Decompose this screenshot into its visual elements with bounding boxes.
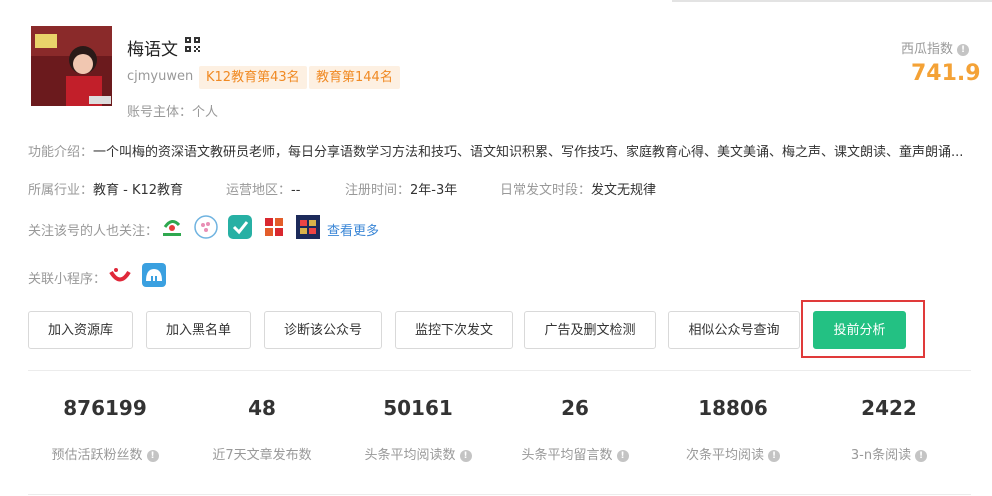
stat-label-3n-reads: 3-n条阅读! (809, 444, 969, 463)
region-label: 运营地区： (226, 183, 292, 198)
follow-account-1-icon[interactable] (160, 215, 184, 239)
similar-accounts-button[interactable]: 相似公众号查询 (668, 311, 800, 349)
follow-account-2-icon[interactable] (194, 215, 218, 239)
stat-value-headline-comments: 26 (561, 396, 589, 420)
stat-label-text: 头条平均阅读数 (364, 448, 456, 463)
also-follow-label: 关注该号的人也关注： (28, 224, 159, 239)
info-icon[interactable]: ! (768, 449, 780, 462)
qr-code-icon[interactable] (185, 37, 200, 52)
section-divider (28, 370, 971, 371)
follow-account-3-icon[interactable] (228, 215, 252, 239)
stat-label-headline-reads: 头条平均阅读数! (338, 444, 498, 463)
stat-value-second-reads: 18806 (698, 396, 768, 420)
info-icon[interactable]: ! (146, 449, 159, 462)
info-icon[interactable]: ! (915, 449, 928, 462)
mini-program-2-icon[interactable] (142, 263, 166, 287)
post-value: 发文无规律 (591, 183, 657, 198)
follow-account-5-icon[interactable] (296, 215, 320, 239)
intro-label: 功能介绍： (28, 145, 94, 160)
follow-account-4-icon[interactable] (262, 215, 286, 239)
stat-label-text: 头条平均留言数 (521, 448, 613, 463)
account-name: 梅语文 (127, 40, 178, 60)
info-icon[interactable]: ! (957, 43, 970, 56)
info-icon[interactable]: ! (459, 449, 472, 462)
region-value: -- (291, 183, 301, 198)
ad-and-deletion-check-button[interactable]: 广告及删文检测 (524, 311, 656, 349)
subject-label: 账号主体： (127, 105, 193, 120)
industry-value: 教育 - K12教育 (93, 183, 184, 198)
post-label: 日常发文时段： (500, 183, 592, 198)
meta-row: 所属行业：教育 - K12教育 运营地区：-- 注册时间：2年-3年 日常发文时… (28, 179, 968, 198)
mini-program-label: 关联小程序： (28, 272, 107, 287)
see-more-link[interactable]: 查看更多 (327, 220, 379, 239)
stat-label-headline-comments: 头条平均留言数! (495, 444, 655, 463)
stat-label-weekly-posts: 近7天文章发布数 (182, 444, 342, 463)
account-subject: 账号主体：个人 (127, 101, 218, 120)
add-to-library-button[interactable]: 加入资源库 (28, 311, 133, 349)
stat-label-text: 近7天文章发布数 (212, 448, 312, 463)
stat-value-weekly-posts: 48 (248, 396, 276, 420)
avatar (31, 26, 112, 106)
stat-label-text: 次条平均阅读 (685, 448, 764, 463)
rank-tag-k12: K12教育第43名 (199, 66, 307, 89)
post-time: 日常发文时段：发文无规律 (500, 179, 656, 198)
register-time: 注册时间：2年-3年 (345, 179, 457, 198)
bottom-divider (28, 494, 971, 495)
subject-value: 个人 (192, 105, 219, 120)
stat-value-3n-reads: 2422 (861, 396, 917, 420)
industry-label: 所属行业： (28, 183, 94, 198)
rank-tag-education: 教育第144名 (309, 66, 400, 89)
add-to-blacklist-button[interactable]: 加入黑名单 (146, 311, 251, 349)
stat-label-second-reads: 次条平均阅读! (653, 444, 813, 463)
stat-label-text: 3-n条阅读 (850, 448, 912, 463)
intro-text: 一个叫梅的资深语文教研员老师，每日分享语数学习方法和技巧、语文知识积累、写作技巧… (93, 145, 964, 160)
industry: 所属行业：教育 - K12教育 (28, 179, 183, 198)
top-divider (672, 0, 992, 2)
diagnose-account-button[interactable]: 诊断该公众号 (264, 311, 382, 349)
index-label-text: 西瓜指数 (901, 42, 954, 57)
stat-value-active-fans: 876199 (63, 396, 147, 420)
monitor-next-post-button[interactable]: 监控下次发文 (395, 311, 513, 349)
account-handle: cjmyuwen (127, 69, 194, 84)
stat-label-active-fans: 预估活跃粉丝数! (25, 444, 185, 463)
stat-value-headline-reads: 50161 (383, 396, 453, 420)
mini-program-1-icon[interactable] (108, 263, 132, 287)
region: 运营地区：-- (226, 179, 300, 198)
register-value: 2年-3年 (410, 183, 458, 198)
highlight-box (801, 300, 925, 358)
watermelon-index-value: 741.9 (911, 61, 981, 86)
function-intro: 功能介绍：一个叫梅的资深语文教研员老师，每日分享语数学习方法和技巧、语文知识积累… (28, 141, 968, 160)
watermelon-index-label: 西瓜指数! (901, 38, 970, 57)
info-icon[interactable]: ! (616, 449, 629, 462)
register-label: 注册时间： (345, 183, 411, 198)
stat-label-text: 预估活跃粉丝数 (51, 448, 143, 463)
